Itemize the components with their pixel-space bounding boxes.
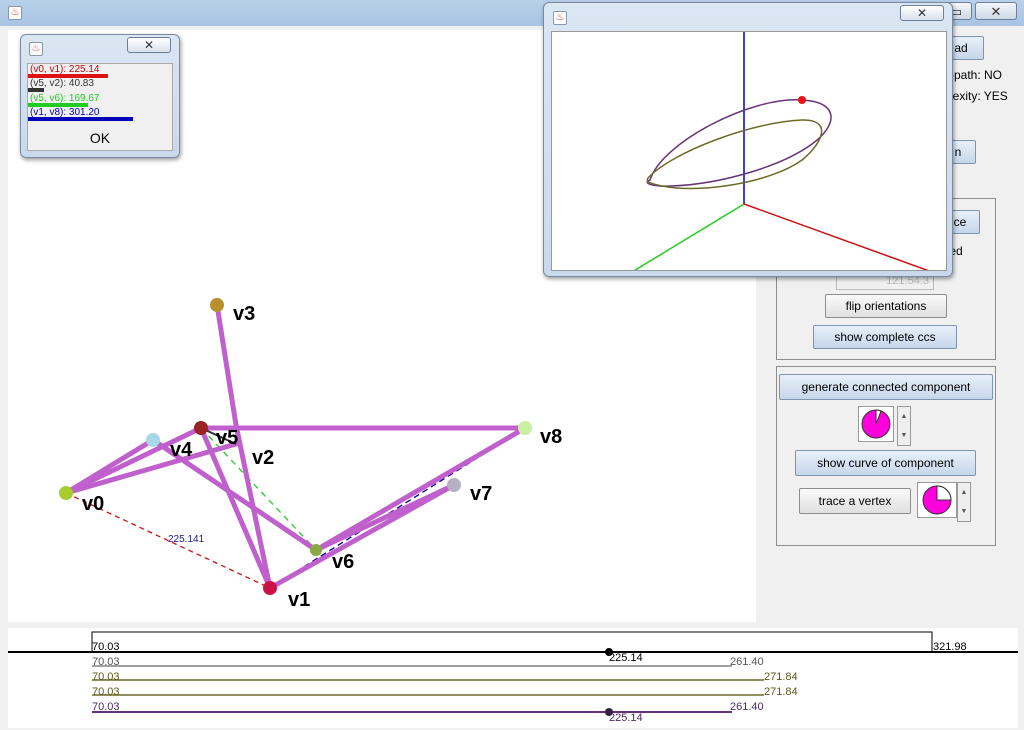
interval-right-value: 271.84: [764, 671, 798, 683]
interval-right-value: 261.40: [730, 701, 764, 713]
spinner-down-icon[interactable]: ▼: [898, 426, 910, 445]
vertex-spinner[interactable]: [917, 482, 957, 518]
java-icon: ♨: [553, 11, 567, 25]
interval-left-value: 70.03: [92, 641, 120, 653]
curve-purple: [646, 99, 832, 187]
vertex-label-v2: v2: [252, 447, 274, 469]
vertex-spinner-arrows[interactable]: ▲ ▼: [957, 482, 971, 522]
curve-3d-view[interactable]: [551, 31, 947, 271]
interval-left-value: 70.03: [92, 686, 120, 698]
x-axis: [743, 203, 929, 270]
graph-edges: [63, 302, 528, 591]
interval-left-value: 70.03: [92, 701, 120, 713]
edge-length-label: 225.141: [168, 534, 205, 545]
edge-v6-v8: [313, 425, 528, 553]
spinner-down-icon[interactable]: ▼: [958, 502, 970, 521]
vertex-v5[interactable]: [194, 421, 208, 435]
vertex-label-v8: v8: [540, 426, 562, 448]
legend-ok-button[interactable]: OK: [28, 130, 172, 146]
vertex-v1[interactable]: [263, 581, 277, 595]
vertex-label-v1: v1: [288, 589, 310, 611]
legend-dialog: ♨ ✕ (v0, v1): 225.14 (v5, v2): 40.83 (v5…: [20, 34, 180, 158]
vertex-label-v0: v0: [82, 493, 104, 515]
component-spinner[interactable]: [858, 406, 894, 442]
interval-svg: [8, 631, 1018, 716]
curve-3d-dialog: ♨ ✕: [543, 2, 953, 277]
component-spinner-arrows[interactable]: ▲ ▼: [897, 406, 911, 446]
vertex-label-v6: v6: [332, 551, 354, 573]
complexity-status: lexity: YES: [950, 89, 1008, 103]
interval-right-value: 321.98: [933, 641, 967, 653]
edge-v0-v4: [63, 437, 156, 496]
java-icon: ♨: [8, 6, 22, 20]
interval-mark-value: 225.14: [609, 652, 643, 664]
curve-close-button[interactable]: ✕: [900, 5, 944, 21]
path-status: -path: NO: [950, 68, 1003, 82]
close-icon: ✕: [143, 38, 155, 52]
spinner-up-icon[interactable]: ▲: [958, 483, 970, 502]
vertex-label-v3: v3: [233, 303, 255, 325]
interval-left-value: 70.03: [92, 656, 120, 668]
show-curve-button[interactable]: show curve of component: [795, 450, 976, 476]
legend-row-bar: [28, 117, 133, 121]
flip-orientations-button[interactable]: flip orientations: [825, 294, 947, 318]
vertex-label-v4: v4: [170, 439, 193, 461]
vertex-v6[interactable]: [310, 544, 322, 556]
interval-right-value: 261.40: [730, 656, 764, 668]
generate-connected-component-button[interactable]: generate connected component: [779, 374, 993, 400]
vertex-label-v7: v7: [470, 483, 492, 505]
vertex-v4[interactable]: [146, 433, 160, 447]
java-icon: ♨: [29, 42, 43, 56]
vertex-v7[interactable]: [447, 478, 461, 492]
spinner-up-icon[interactable]: ▲: [898, 407, 910, 426]
close-icon: ✕: [990, 4, 1002, 19]
legend-close-button[interactable]: ✕: [127, 37, 171, 53]
pie-icon: [922, 485, 952, 515]
vertex-labels: v0 v1 v2 v3 v4 v5 v6 v7 v8: [82, 303, 562, 611]
interval-left-value: 70.03: [92, 671, 120, 683]
vertex-label-v5: v5: [216, 427, 238, 449]
vertex-v0[interactable]: [59, 486, 73, 500]
curve-3d-svg: [633, 32, 929, 270]
y-axis: [633, 203, 745, 270]
show-complete-ccs-button[interactable]: show complete ccs: [813, 325, 957, 349]
graph-vertices: [59, 298, 532, 595]
trace-vertex-button[interactable]: trace a vertex: [799, 488, 911, 514]
close-button[interactable]: ✕: [975, 2, 1017, 20]
legend-row-bar: [28, 88, 44, 92]
interval-mark-value: 225.14: [609, 712, 643, 724]
interval-strip: 70.03 321.98 225.14 70.03 261.40 70.03 2…: [8, 628, 1018, 728]
vertex-v8[interactable]: [518, 421, 532, 435]
pie-icon: [861, 409, 891, 439]
curve-marker: [798, 96, 806, 104]
vertex-v3[interactable]: [210, 298, 224, 312]
legend-content: (v0, v1): 225.14 (v5, v2): 40.83 (v5, v6…: [27, 63, 173, 151]
close-icon: ✕: [916, 6, 928, 20]
interval-right-value: 271.84: [764, 686, 798, 698]
